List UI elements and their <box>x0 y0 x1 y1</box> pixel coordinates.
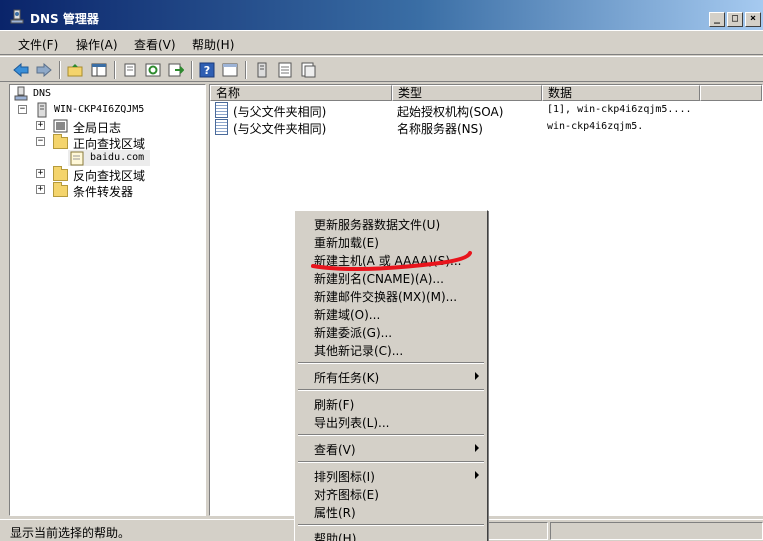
tree-node-reverse-zones[interactable]: + 反向查找区域 <box>36 166 196 183</box>
menu-item-new-domain[interactable]: 新建域(O)... <box>314 306 380 324</box>
collapse-icon[interactable]: − <box>18 105 27 114</box>
tree-node-conditional-forwarders[interactable]: + 条件转发器 <box>36 182 196 199</box>
menu-view[interactable]: 查看(V) <box>134 36 176 53</box>
record-icon <box>215 102 228 118</box>
record-data: win-ckp4i6zqjm5. <box>547 121 644 132</box>
tree-label-zone: baidu.com <box>90 152 145 163</box>
menu-item-view[interactable]: 查看(V) <box>314 441 356 459</box>
tree-node-dns[interactable]: DNS <box>14 86 134 102</box>
menu-separator <box>298 362 484 364</box>
console-tree: DNS − WIN-CKP4I6ZQJM5 + 全局日志 − 正向查找区域 ba… <box>9 84 206 516</box>
table-row[interactable]: (与父文件夹相同) 名称服务器(NS) win-ckp4i6zqjm5. <box>210 119 762 136</box>
svg-text:?: ? <box>204 64 210 77</box>
menu-file[interactable]: 文件(F) <box>18 36 58 53</box>
menu-item-line-up-icons[interactable]: 对齐图标(E) <box>314 486 379 504</box>
forward-arrow-icon[interactable] <box>34 60 54 80</box>
toolbar: ? <box>0 56 763 82</box>
menu-item-new-host[interactable]: 新建主机(A 或 AAAA)(S)... <box>314 252 461 270</box>
zone-file-icon <box>70 151 84 166</box>
record-data: [1], win-ckp4i6zqjm5.... <box>547 104 692 115</box>
menu-item-new-mail-exchanger[interactable]: 新建邮件交换器(MX)(M)... <box>314 288 457 306</box>
tree-label-dns: DNS <box>33 88 52 99</box>
expand-icon[interactable]: + <box>36 185 45 194</box>
event-log-icon <box>53 119 68 133</box>
menu-item-refresh[interactable]: 刷新(F) <box>314 396 354 414</box>
record-icon <box>215 119 228 135</box>
submenu-arrow-icon <box>475 444 479 452</box>
record-name: (与父文件夹相同) <box>233 122 327 136</box>
menu-separator <box>298 389 484 391</box>
menu-separator <box>298 434 484 436</box>
expand-icon[interactable]: + <box>36 121 45 130</box>
tree-label-server: WIN-CKP4I6ZQJM5 <box>54 104 145 115</box>
status-text: 显示当前选择的帮助。 <box>10 526 131 540</box>
window-title: DNS 管理器 <box>30 12 99 26</box>
properties-icon[interactable] <box>120 60 140 80</box>
title-bar: DNS 管理器 _ □ × <box>0 0 763 31</box>
menu-item-arrange-icons[interactable]: 排列图标(I) <box>314 468 375 486</box>
submenu-arrow-icon <box>475 372 479 380</box>
record-type: 名称服务器(NS) <box>397 122 483 136</box>
menu-item-help[interactable]: 帮助(H) <box>314 530 356 541</box>
column-header-type[interactable]: 类型 <box>392 85 542 101</box>
menu-separator <box>298 524 484 526</box>
menu-help[interactable]: 帮助(H) <box>192 36 234 53</box>
table-row[interactable]: (与父文件夹相同) 起始授权机构(SOA) [1], win-ckp4i6zqj… <box>210 102 762 119</box>
help-icon[interactable]: ? <box>197 60 217 80</box>
status-cell <box>550 522 763 540</box>
refresh-icon[interactable] <box>143 60 163 80</box>
menu-bar: 文件(F) 操作(A) 查看(V) 帮助(H) <box>0 32 763 55</box>
up-folder-icon[interactable] <box>65 60 85 80</box>
status-cell <box>486 522 548 540</box>
menu-item-other-new-records[interactable]: 其他新记录(C)... <box>314 342 403 360</box>
show-hide-tree-icon[interactable] <box>89 60 109 80</box>
menu-item-properties[interactable]: 属性(R) <box>314 504 356 522</box>
close-button[interactable]: × <box>745 12 761 27</box>
menu-item-all-tasks[interactable]: 所有任务(K) <box>314 369 379 387</box>
menu-item-reload[interactable]: 重新加载(E) <box>314 234 379 252</box>
folder-icon <box>53 134 68 149</box>
record-icon[interactable] <box>298 60 318 80</box>
record-name: (与父文件夹相同) <box>233 105 327 119</box>
menu-item-export-list[interactable]: 导出列表(L)... <box>314 414 390 432</box>
tree-node-server[interactable]: − WIN-CKP4I6ZQJM5 <box>16 102 196 118</box>
menu-item-new-delegation[interactable]: 新建委派(G)... <box>314 324 392 342</box>
dns-icon <box>14 86 28 101</box>
list-icon[interactable] <box>275 60 295 80</box>
maximize-button[interactable]: □ <box>727 12 743 27</box>
collapse-icon[interactable]: − <box>36 137 45 146</box>
menu-item-update-data-file[interactable]: 更新服务器数据文件(U) <box>314 216 440 234</box>
record-type: 起始授权机构(SOA) <box>397 105 504 119</box>
console-icon[interactable] <box>220 60 240 80</box>
server-icon[interactable] <box>252 60 272 80</box>
tree-node-zone-baidu[interactable]: baidu.com <box>68 150 150 166</box>
tree-node-forward-zones[interactable]: − 正向查找区域 <box>36 134 196 151</box>
menu-separator <box>298 461 484 463</box>
export-list-icon[interactable] <box>166 60 186 80</box>
folder-icon <box>53 166 68 181</box>
minimize-button[interactable]: _ <box>709 12 725 27</box>
expand-icon[interactable]: + <box>36 169 45 178</box>
back-arrow-icon[interactable] <box>11 60 31 80</box>
menu-item-new-alias[interactable]: 新建别名(CNAME)(A)... <box>314 270 444 288</box>
menu-action[interactable]: 操作(A) <box>76 36 118 53</box>
tree-node-global-logs[interactable]: + 全局日志 <box>36 118 186 135</box>
tree-label-conditional-forwarders: 条件转发器 <box>73 185 134 199</box>
column-header-name[interactable]: 名称 <box>210 85 392 101</box>
submenu-arrow-icon <box>475 471 479 479</box>
context-menu: 更新服务器数据文件(U) 重新加载(E) 新建主机(A 或 AAAA)(S)..… <box>294 210 488 541</box>
column-header-empty <box>700 85 762 101</box>
dns-app-icon <box>10 9 24 24</box>
server-icon <box>37 102 47 118</box>
column-header-data[interactable]: 数据 <box>542 85 700 101</box>
folder-icon <box>53 182 68 197</box>
